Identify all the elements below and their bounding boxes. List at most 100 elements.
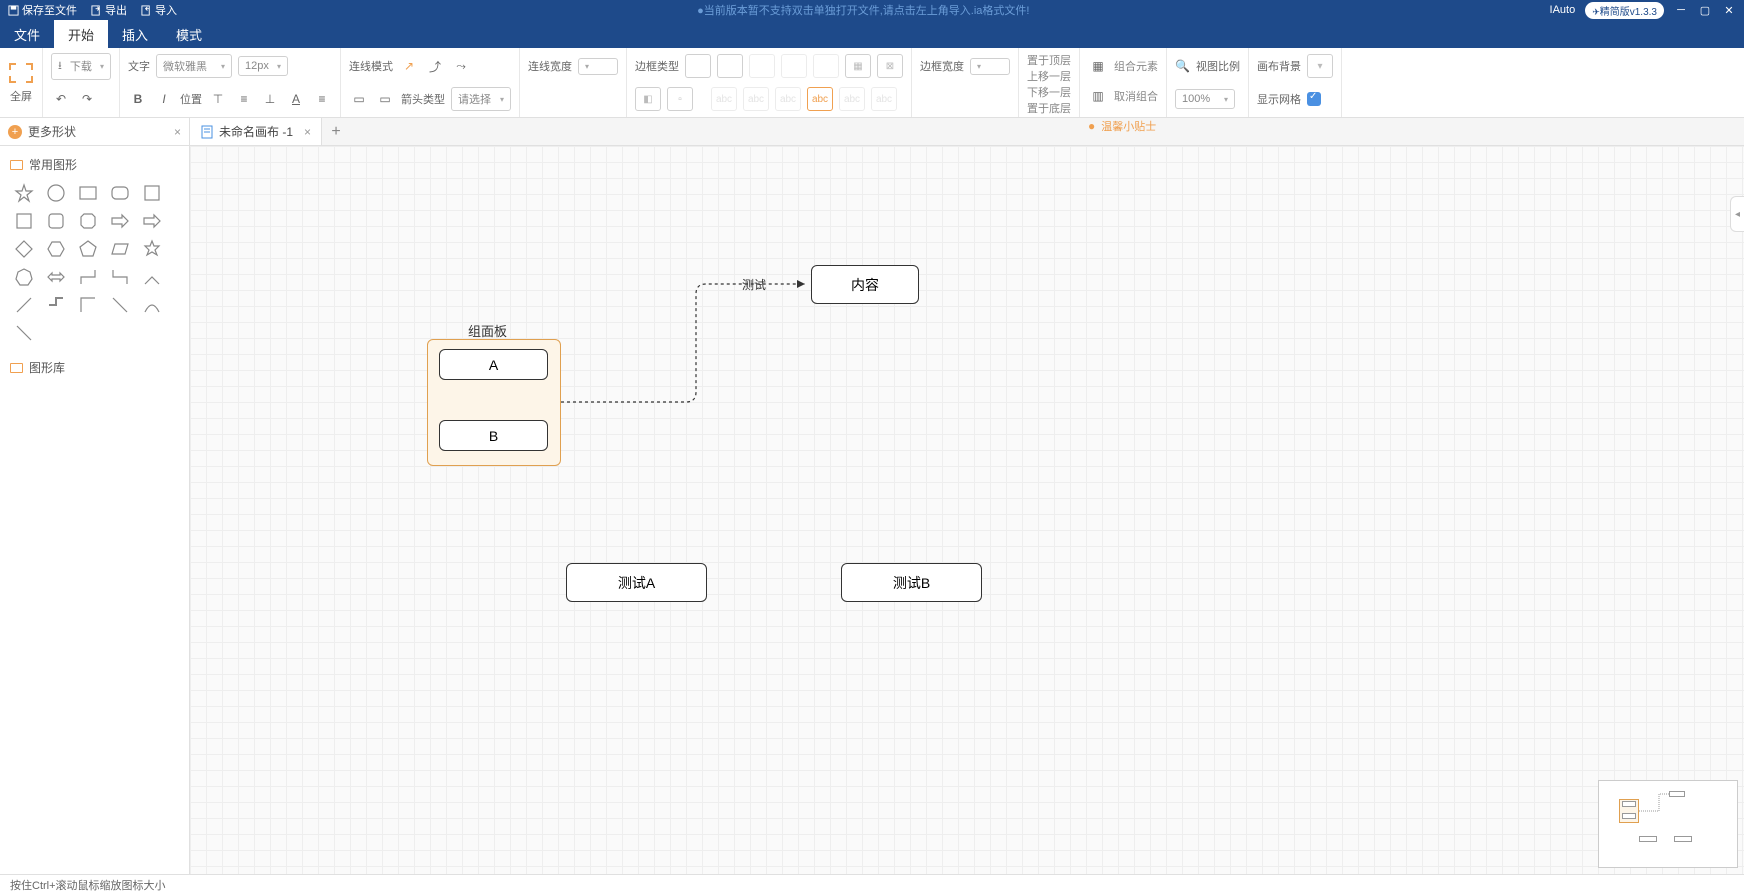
node-test-b[interactable]: 测试B bbox=[841, 563, 982, 602]
shape-pentagon[interactable] bbox=[74, 237, 102, 261]
window-maximize-button[interactable]: ▢ bbox=[1698, 3, 1712, 17]
border-x[interactable]: ⊠ bbox=[877, 54, 903, 78]
align-button[interactable]: ≡ bbox=[312, 89, 332, 109]
canvas-collapse-handle[interactable]: ◂ bbox=[1730, 196, 1744, 232]
warm-tip[interactable]: 温馨小贴士 bbox=[1101, 118, 1156, 134]
shape-star[interactable] bbox=[10, 181, 38, 205]
shape-circle[interactable] bbox=[42, 181, 70, 205]
shape-library-section[interactable]: 图形库 bbox=[10, 355, 179, 380]
shape-arrow-right[interactable] bbox=[106, 209, 134, 233]
download-dropdown[interactable]: ⭳ 下载▾ bbox=[51, 53, 111, 80]
line-mode-1[interactable]: ↗ bbox=[399, 56, 419, 76]
sidebar-close[interactable]: × bbox=[174, 125, 181, 139]
border-solid[interactable] bbox=[685, 54, 711, 78]
add-tab-button[interactable]: + bbox=[322, 118, 350, 145]
line-style-dash[interactable]: ▭ bbox=[375, 89, 395, 109]
window-close-button[interactable]: ✕ bbox=[1722, 3, 1736, 17]
shape-arrow-right2[interactable] bbox=[138, 209, 166, 233]
file-tab-close[interactable]: × bbox=[304, 125, 311, 139]
redo-button[interactable]: ↷ bbox=[77, 89, 97, 109]
zoom-select[interactable]: 100%▾ bbox=[1175, 89, 1235, 109]
border-alt2[interactable] bbox=[813, 54, 839, 78]
font-color-button[interactable]: A bbox=[286, 89, 306, 109]
border-dash[interactable] bbox=[717, 54, 743, 78]
layer-down[interactable]: 下移一层 bbox=[1027, 84, 1071, 100]
group-elements[interactable]: 组合元素 bbox=[1114, 58, 1158, 74]
abc-5[interactable]: abc bbox=[839, 87, 865, 111]
shape-connector-6[interactable] bbox=[74, 293, 102, 317]
ungroup-elements[interactable]: 取消组合 bbox=[1114, 88, 1158, 104]
connector-edge[interactable] bbox=[561, 264, 821, 414]
abc-3[interactable]: abc bbox=[775, 87, 801, 111]
line-mode-3[interactable]: ⤳ bbox=[451, 56, 471, 76]
abc-4[interactable]: abc bbox=[807, 87, 833, 111]
shape-square2[interactable] bbox=[10, 209, 38, 233]
menu-file[interactable]: 文件 bbox=[0, 20, 54, 48]
shape-heptagon[interactable] bbox=[10, 265, 38, 289]
minimap[interactable] bbox=[1598, 780, 1738, 868]
shape-rect[interactable] bbox=[74, 181, 102, 205]
line-width-select[interactable]: ▾ bbox=[578, 58, 618, 75]
canvas[interactable]: 组面板 A B 内容 测试A 测试B 测试 ◂ bbox=[190, 146, 1744, 874]
node-b[interactable]: B bbox=[439, 420, 548, 451]
group-icon[interactable]: ▦ bbox=[1088, 56, 1108, 76]
valign-top-button[interactable]: ⊤ bbox=[208, 89, 228, 109]
ungroup-icon[interactable]: ▥ bbox=[1088, 86, 1108, 106]
shape-octagon[interactable] bbox=[74, 209, 102, 233]
node-content[interactable]: 内容 bbox=[811, 265, 919, 304]
canvas-bg-picker[interactable]: ▾ bbox=[1307, 54, 1333, 78]
valign-bot-button[interactable]: ⊥ bbox=[260, 89, 280, 109]
shape-connector-3[interactable] bbox=[138, 265, 166, 289]
shape-connector-4[interactable] bbox=[10, 293, 38, 317]
import-button[interactable]: 导入 bbox=[141, 2, 177, 18]
shape-parallelogram[interactable] bbox=[106, 237, 134, 261]
shape-star6[interactable] bbox=[138, 237, 166, 261]
font-family-select[interactable]: 微软雅黑▾ bbox=[156, 54, 232, 78]
file-tab[interactable]: 未命名画布 -1 × bbox=[190, 118, 322, 145]
stroke-color-button[interactable]: ▫ bbox=[667, 87, 693, 111]
abc-2[interactable]: abc bbox=[743, 87, 769, 111]
group-panel[interactable]: A B bbox=[427, 339, 561, 466]
save-to-file-button[interactable]: 保存至文件 bbox=[8, 2, 77, 18]
shape-square[interactable] bbox=[138, 181, 166, 205]
menu-start[interactable]: 开始 bbox=[54, 20, 108, 48]
layer-up[interactable]: 上移一层 bbox=[1027, 68, 1071, 84]
line-mode-2[interactable]: ⤴ bbox=[425, 56, 445, 76]
more-shapes-button[interactable]: + 更多形状 × bbox=[0, 118, 190, 145]
menu-mode[interactable]: 模式 bbox=[162, 20, 216, 48]
border-width-select[interactable]: ▾ bbox=[970, 58, 1010, 75]
layer-bottom[interactable]: 置于底层 bbox=[1027, 100, 1071, 116]
undo-button[interactable]: ↶ bbox=[51, 89, 71, 109]
valign-mid-button[interactable]: ≡ bbox=[234, 89, 254, 109]
layer-top[interactable]: 置于顶层 bbox=[1027, 52, 1071, 68]
menu-insert[interactable]: 插入 bbox=[108, 20, 162, 48]
line-style-solid[interactable]: ▭ bbox=[349, 89, 369, 109]
node-test-a[interactable]: 测试A bbox=[566, 563, 707, 602]
shape-roundsq[interactable] bbox=[42, 209, 70, 233]
shape-connector-8[interactable] bbox=[138, 293, 166, 317]
fullscreen-icon[interactable] bbox=[8, 62, 34, 84]
show-grid-checkbox[interactable] bbox=[1307, 92, 1321, 106]
shape-arrow-lr[interactable] bbox=[42, 265, 70, 289]
italic-button[interactable]: I bbox=[154, 89, 174, 109]
bold-button[interactable]: B bbox=[128, 89, 148, 109]
fill-color-button[interactable]: ◧ bbox=[635, 87, 661, 111]
abc-1[interactable]: abc bbox=[711, 87, 737, 111]
arrow-type-select[interactable]: 请选择▾ bbox=[451, 87, 511, 111]
shape-hexagon[interactable] bbox=[42, 237, 70, 261]
shape-connector-5[interactable] bbox=[42, 293, 70, 317]
edge-label[interactable]: 测试 bbox=[742, 276, 766, 293]
window-minimize-button[interactable]: ─ bbox=[1674, 3, 1688, 17]
export-button[interactable]: 导出 bbox=[91, 2, 127, 18]
shape-diamond[interactable] bbox=[10, 237, 38, 261]
common-shapes-section[interactable]: 常用图形 bbox=[10, 152, 179, 177]
shape-connector-7[interactable] bbox=[106, 293, 134, 317]
shape-roundrect[interactable] bbox=[106, 181, 134, 205]
abc-6[interactable]: abc bbox=[871, 87, 897, 111]
font-size-select[interactable]: 12px▾ bbox=[238, 56, 288, 76]
border-dot[interactable] bbox=[749, 54, 775, 78]
shape-connector-2[interactable] bbox=[106, 265, 134, 289]
shape-connector-1[interactable] bbox=[74, 265, 102, 289]
node-a[interactable]: A bbox=[439, 349, 548, 380]
shape-line[interactable] bbox=[10, 321, 38, 345]
